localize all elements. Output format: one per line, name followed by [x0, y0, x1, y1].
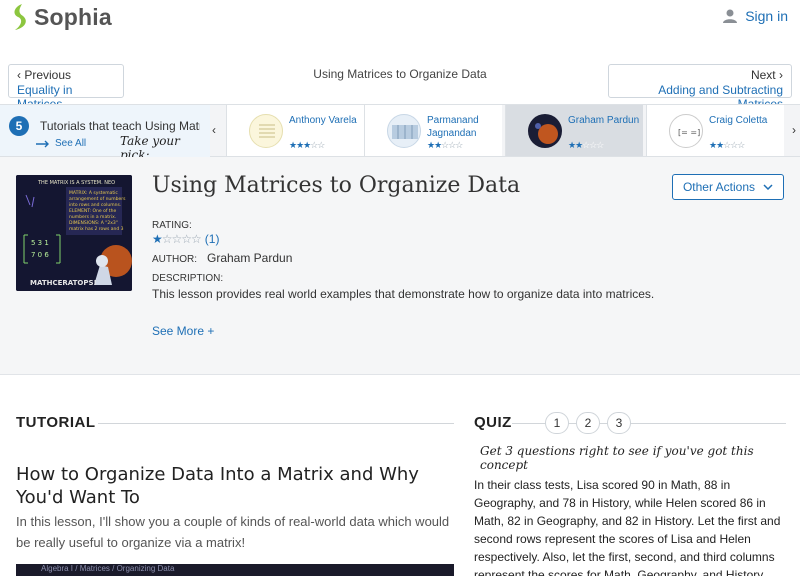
tutorial-card-parmanand-jagnandan[interactable]: Parmanand Jagnandan ★★☆☆☆: [364, 105, 502, 156]
tutorial-divider: [98, 423, 454, 424]
see-more-link[interactable]: See More +: [152, 324, 214, 338]
other-actions-label: Other Actions: [682, 180, 756, 194]
star-rating: ★★★☆☆: [289, 140, 325, 150]
tutorials-summary: 5 Tutorials that teach Using Matrices to…: [0, 105, 210, 162]
author-name: Graham Pardun: [568, 115, 640, 126]
svg-text:MATRIX: A systematic: MATRIX: A systematic: [69, 190, 118, 196]
next-text: Next: [750, 68, 776, 82]
lesson-description: This lesson provides real world examples…: [152, 287, 655, 301]
lesson-rating[interactable]: ★☆☆☆☆ (1): [152, 232, 219, 246]
sophia-logo-icon: [14, 4, 26, 30]
video-player[interactable]: Algebra I / Matrices / Organizing Data: [16, 564, 454, 576]
next-lesson-button[interactable]: Next › Adding and Subtracting Matrices: [608, 64, 792, 111]
rating-stars: ★☆☆☆☆: [152, 232, 202, 246]
top-bar: Sophia Sign in: [0, 0, 800, 58]
star-rating: ★★☆☆☆: [709, 140, 745, 150]
tutorial-title: How to Organize Data Into a Matrix and W…: [16, 464, 419, 508]
svg-text:[= =]: [= =]: [678, 128, 700, 137]
svg-text:5 3 1: 5 3 1: [31, 239, 49, 247]
star-rating: ★★☆☆☆: [427, 140, 463, 150]
star-rating: ★★☆☆☆: [568, 140, 604, 150]
tutorial-section-heading: TUTORIAL: [16, 414, 96, 431]
quiz-question-3-button[interactable]: 3: [607, 412, 631, 434]
svg-text:7 0 6: 7 0 6: [31, 251, 49, 259]
quiz-section-heading: QUIZ: [474, 414, 512, 431]
quiz-hint: Get 3 questions right to see if you've g…: [480, 444, 754, 472]
video-caption: Algebra I / Matrices / Organizing Data: [41, 564, 175, 573]
tutorials-strip: 5 Tutorials that teach Using Matrices to…: [0, 104, 800, 162]
tutorial-card-craig-coletta[interactable]: [= =] Craig Coletta ★★☆☆☆: [646, 105, 784, 156]
thumb-caption: MATHCERATOPS!: [30, 279, 97, 287]
quiz-question-1-button[interactable]: 1: [545, 412, 569, 434]
tutorial-card-graham-pardun[interactable]: Graham Pardun ★★☆☆☆: [505, 105, 643, 156]
sign-in-label: Sign in: [745, 8, 788, 24]
see-all-link[interactable]: See All: [36, 138, 86, 149]
svg-text:into rows and columns.: into rows and columns.: [69, 202, 121, 208]
svg-text:ELEMENT: One of the: ELEMENT: One of the: [69, 208, 116, 214]
user-icon: [723, 9, 738, 23]
author-avatar: [387, 114, 421, 148]
lesson-author: Graham Pardun: [207, 251, 293, 265]
lesson-title: Using Matrices to Organize Data: [152, 173, 521, 198]
see-all-label: See All: [55, 138, 87, 149]
carousel-next-arrow-icon[interactable]: ›: [792, 123, 796, 137]
rating-label: RATING:: [152, 220, 192, 231]
lesson-header: THE MATRIX IS A SYSTEM. NEO MATRIX: A sy…: [0, 157, 800, 375]
tutorial-count-badge: 5: [9, 116, 29, 136]
author-name: Parmanand Jagnandan: [427, 115, 479, 139]
quiz-question-2-button[interactable]: 2: [576, 412, 600, 434]
chevron-down-icon: [763, 184, 773, 190]
author-name: Craig Coletta: [709, 115, 768, 126]
tutorial-card-anthony-varela[interactable]: Anthony Varela ★★★☆☆: [226, 105, 364, 156]
author-avatar: [249, 114, 283, 148]
svg-text:numbers in a matrix.: numbers in a matrix.: [69, 214, 116, 220]
lesson-thumbnail[interactable]: THE MATRIX IS A SYSTEM. NEO MATRIX: A sy…: [16, 175, 132, 291]
next-label: Next ›: [617, 68, 783, 82]
tutorials-heading: Tutorials that teach Using Matrices to O…: [40, 119, 200, 133]
author-label: AUTHOR:: [152, 254, 197, 265]
author-avatar: [528, 114, 562, 148]
svg-text:arrangement of numbers: arrangement of numbers: [69, 196, 126, 202]
svg-text:DIMENSIONS: A "2x3": DIMENSIONS: A "2x3": [69, 220, 118, 226]
chevron-right-icon: ›: [775, 68, 783, 82]
author-name: Anthony Varela: [289, 115, 357, 126]
author-avatar: [= =]: [669, 114, 703, 148]
lesson-navigation: ‹ Previous Equality in Matrices Using Ma…: [0, 58, 800, 111]
sign-in-link[interactable]: Sign in: [723, 8, 788, 24]
thumb-header-text: THE MATRIX IS A SYSTEM. NEO: [37, 180, 115, 186]
sophia-logo[interactable]: Sophia: [10, 2, 112, 32]
arrow-right-icon: [36, 140, 49, 147]
carousel-prev-arrow-icon[interactable]: ‹: [212, 123, 216, 137]
description-label: DESCRIPTION:: [152, 273, 224, 284]
other-actions-button[interactable]: Other Actions: [672, 174, 784, 200]
logo-text: Sophia: [34, 3, 112, 30]
tutorial-description: In this lesson, I'll show you a couple o…: [16, 514, 450, 550]
rating-count: (1): [204, 232, 220, 246]
quiz-question-text: In their class tests, Lisa scored 90 in …: [474, 478, 781, 576]
svg-text:matrix has 2 rows and 3: matrix has 2 rows and 3: [69, 226, 124, 232]
